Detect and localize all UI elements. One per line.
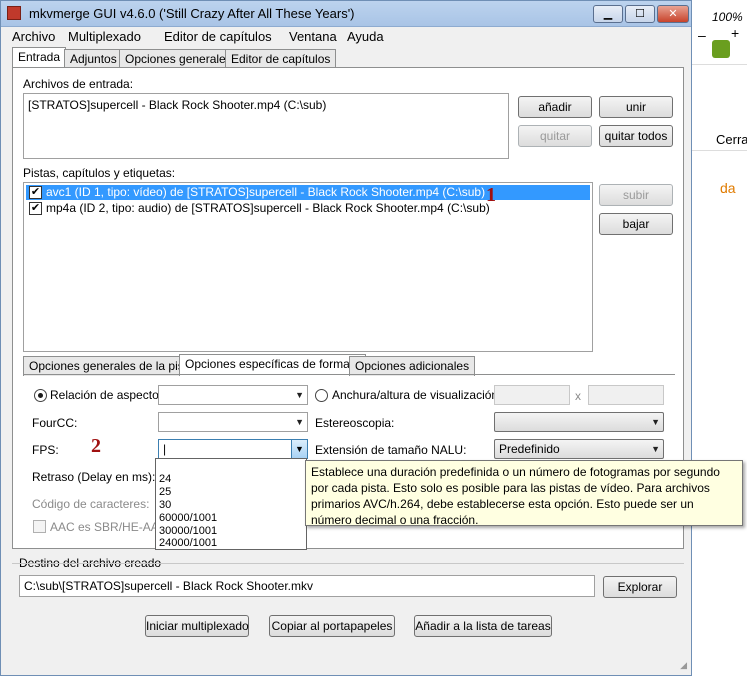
charset-label: Código de caracteres: xyxy=(32,497,150,511)
close-link-partial[interactable]: Cerrar xyxy=(716,132,747,147)
aspect-ratio-radio[interactable] xyxy=(34,389,47,402)
fourcc-label: FourCC: xyxy=(32,416,78,430)
menu-editor-capitulos[interactable]: Editor de capítulos xyxy=(164,29,272,44)
browse-button[interactable]: Explorar xyxy=(603,576,677,598)
background-window: 100% – + Cerrar da xyxy=(692,0,747,676)
zoom-in-icon[interactable]: + xyxy=(731,25,739,41)
input-files-label: Archivos de entrada: xyxy=(23,77,134,91)
tab-track-general[interactable]: Opciones generales de la pista xyxy=(23,356,200,376)
annotation-number-2: 2 xyxy=(91,435,101,457)
tab-adjuntos[interactable]: Adjuntos xyxy=(64,49,123,69)
tab-format-specific[interactable]: Opciones específicas de formato xyxy=(179,354,366,376)
annotation-number-1: 1 xyxy=(486,184,496,206)
copy-clipboard-button[interactable]: Copiar al portapapeles xyxy=(269,615,395,637)
output-path-field[interactable]: C:\sub\[STRATOS]supercell - Black Rock S… xyxy=(19,575,595,597)
menu-ventana[interactable]: Ventana xyxy=(289,29,337,44)
fps-tooltip: Establece una duración predefinida o un … xyxy=(305,460,743,527)
aac-checkbox[interactable] xyxy=(33,520,46,533)
minimize-button[interactable]: ▁ xyxy=(593,5,623,23)
remove-all-button[interactable]: quitar todos xyxy=(599,125,673,147)
chevron-down-icon: ▼ xyxy=(295,390,304,400)
input-files-list[interactable]: [STRATOS]supercell - Black Rock Shooter.… xyxy=(23,93,509,159)
track-label: mp4a (ID 2, tipo: audio) de [STRATOS]sup… xyxy=(46,201,490,215)
fps-option[interactable]: 24 xyxy=(159,473,171,485)
tracks-label: Pistas, capítulos y etiquetas: xyxy=(23,166,176,180)
fps-option[interactable]: 30 xyxy=(159,499,171,511)
display-wh-radio[interactable] xyxy=(315,389,328,402)
fps-option[interactable]: 60000/1001 xyxy=(159,512,217,524)
output-path-value: C:\sub\[STRATOS]supercell - Black Rock S… xyxy=(24,579,313,593)
input-file-item[interactable]: [STRATOS]supercell - Black Rock Shooter.… xyxy=(28,98,326,112)
divider xyxy=(692,64,747,65)
title-bar[interactable]: mkvmerge GUI v4.6.0 ('Still Crazy After … xyxy=(1,1,691,27)
tab-editor-capitulos[interactable]: Editor de capítulos xyxy=(225,49,337,69)
chevron-down-icon: ▼ xyxy=(651,417,660,427)
menu-bar: Archivo Multiplexado Editor de capítulos… xyxy=(1,27,691,46)
maximize-button[interactable]: ☐ xyxy=(625,5,655,23)
track-checkbox[interactable]: ✔ xyxy=(29,186,42,199)
zoom-out-icon[interactable]: – xyxy=(698,27,706,43)
window-title: mkvmerge GUI v4.6.0 ('Still Crazy After … xyxy=(29,6,355,21)
tab-additional[interactable]: Opciones adicionales xyxy=(349,356,476,376)
times-label: x xyxy=(575,389,581,403)
fps-combo[interactable]: | ▼ xyxy=(158,439,308,459)
app-icon xyxy=(7,6,21,20)
fps-option[interactable]: 30000/1001 xyxy=(159,525,217,537)
fps-label: FPS: xyxy=(32,443,59,457)
add-button[interactable]: añadir xyxy=(518,96,592,118)
close-button[interactable]: ✕ xyxy=(657,5,689,23)
nalu-label: Extensión de tamaño NALU: xyxy=(315,443,467,457)
display-height-field[interactable] xyxy=(588,385,664,405)
remove-button[interactable]: quitar xyxy=(518,125,592,147)
chevron-down-icon: ▼ xyxy=(295,417,304,427)
fps-input[interactable]: | xyxy=(163,442,166,456)
menu-multiplexado[interactable]: Multiplexado xyxy=(68,29,141,44)
display-width-field[interactable] xyxy=(494,385,570,405)
nalu-value: Predefinido xyxy=(499,442,560,456)
menu-archivo[interactable]: Archivo xyxy=(12,29,55,44)
delay-label: Retraso (Delay en ms): xyxy=(32,470,156,484)
fps-option[interactable]: 25 xyxy=(159,486,171,498)
display-wh-label: Anchura/altura de visualización: xyxy=(332,388,502,402)
fourcc-combo[interactable]: ▼ xyxy=(158,412,308,432)
aspect-ratio-label: Relación de aspecto: xyxy=(50,388,163,402)
join-button[interactable]: unir xyxy=(599,96,673,118)
track-label: avc1 (ID 1, tipo: vídeo) de [STRATOS]sup… xyxy=(46,185,486,199)
download-arrow-icon[interactable] xyxy=(712,40,730,58)
divider xyxy=(692,150,747,151)
aspect-ratio-combo[interactable]: ▼ xyxy=(158,385,308,405)
track-checkbox[interactable]: ✔ xyxy=(29,202,42,215)
tab-opciones-generales[interactable]: Opciones generales xyxy=(119,49,238,69)
background-text-partial: da xyxy=(720,180,736,196)
tracks-list[interactable]: ✔ avc1 (ID 1, tipo: vídeo) de [STRATOS]s… xyxy=(23,182,593,352)
move-up-button[interactable]: subir xyxy=(599,184,673,206)
start-muxing-button[interactable]: Iniciar multiplexado xyxy=(145,615,249,637)
move-down-button[interactable]: bajar xyxy=(599,213,673,235)
menu-ayuda[interactable]: Ayuda xyxy=(347,29,384,44)
tab-entrada[interactable]: Entrada xyxy=(12,47,67,69)
output-group-line xyxy=(12,563,684,564)
track-item[interactable]: ✔ mp4a (ID 2, tipo: audio) de [STRATOS]s… xyxy=(26,201,590,216)
stereo-combo[interactable]: ▼ xyxy=(494,412,664,432)
chevron-down-icon: ▼ xyxy=(651,444,660,454)
fps-dropdown-list[interactable]: 24 25 30 60000/1001 30000/1001 24000/100… xyxy=(155,458,307,550)
fps-option[interactable]: 24000/1001 xyxy=(159,537,217,549)
mkvmerge-window: mkvmerge GUI v4.6.0 ('Still Crazy After … xyxy=(0,0,692,676)
track-item[interactable]: ✔ avc1 (ID 1, tipo: vídeo) de [STRATOS]s… xyxy=(26,185,590,200)
resize-grip-icon[interactable]: ◢ xyxy=(680,660,687,671)
stereo-label: Estereoscopia: xyxy=(315,416,395,430)
nalu-combo[interactable]: Predefinido ▼ xyxy=(494,439,664,459)
sub-tab-line xyxy=(23,374,675,375)
zoom-level: 100% xyxy=(712,10,743,24)
add-to-queue-button[interactable]: Añadir a la lista de tareas xyxy=(414,615,552,637)
chevron-down-icon[interactable]: ▼ xyxy=(291,440,307,458)
